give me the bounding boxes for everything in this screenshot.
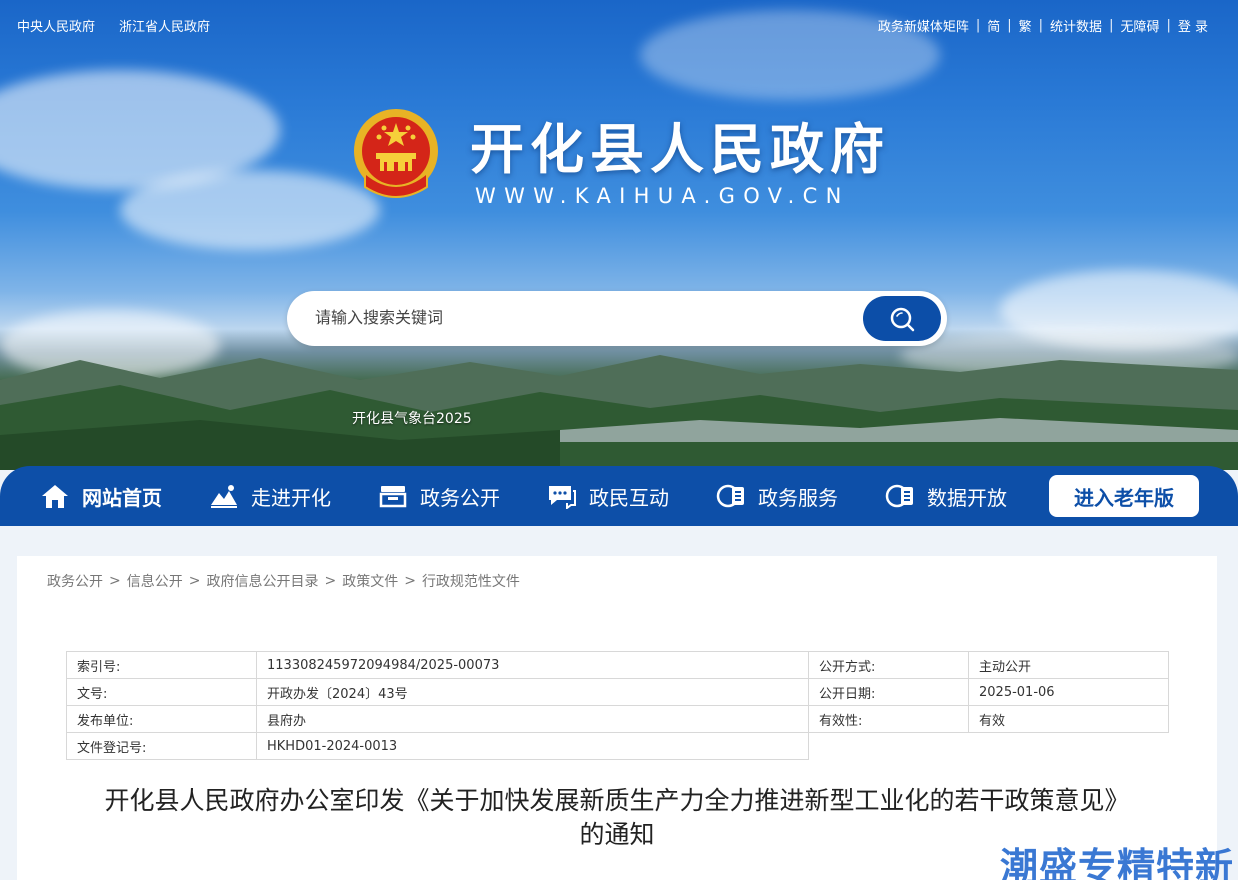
inbox-icon <box>378 481 408 511</box>
meta-value: 2025-01-06 <box>968 678 1169 706</box>
meta-key: 文号: <box>66 678 257 706</box>
site-url: WWW.KAIHUA.GOV.CN <box>475 184 850 208</box>
nav-label: 数据开放 <box>927 485 1007 510</box>
meta-key: 文件登记号: <box>66 732 257 760</box>
nav-item-about[interactable]: 走进开化 <box>209 466 331 526</box>
meta-key: 索引号: <box>66 651 257 679</box>
mountain-landscape <box>0 355 1238 470</box>
breadcrumb-item[interactable]: 行政规范性文件 <box>422 571 520 591</box>
nav-label: 政务公开 <box>420 485 500 510</box>
nav-item-services[interactable]: 政务服务 <box>716 466 838 526</box>
nav-label: 网站首页 <box>82 485 162 510</box>
meta-key: 发布单位: <box>66 705 257 733</box>
breadcrumb-separator: > <box>109 573 121 589</box>
breadcrumb-separator: > <box>324 573 337 589</box>
search-input[interactable] <box>315 305 855 333</box>
meta-key: 公开方式: <box>808 651 969 679</box>
meta-value: 县府办 <box>256 705 809 733</box>
link-simplified[interactable]: 简 <box>987 16 1000 35</box>
landscape-icon <box>209 481 239 511</box>
empty-cell <box>809 733 1169 760</box>
breadcrumb-item[interactable]: 政策文件 <box>342 571 398 591</box>
nav-item-home[interactable]: 网站首页 <box>40 466 162 526</box>
banner-caption: 开化县气象台2025 <box>352 411 472 427</box>
breadcrumb-item[interactable]: 政务公开 <box>47 571 103 591</box>
nav-item-open-data[interactable]: 数据开放 <box>885 466 1007 526</box>
separator: | <box>1007 18 1012 33</box>
link-accessibility[interactable]: 无障碍 <box>1120 16 1159 35</box>
nav-item-gov-affairs[interactable]: 政务公开 <box>378 466 500 526</box>
separator: | <box>1038 18 1044 33</box>
table-row: 索引号: 113308245972094984/2025-00073 公开方式:… <box>66 651 1169 679</box>
search-icon <box>890 307 915 331</box>
meta-value: 主动公开 <box>968 651 1169 679</box>
national-emblem-icon <box>354 109 438 198</box>
separator: | <box>1109 18 1114 33</box>
breadcrumb-item[interactable]: 政府信息公开目录 <box>206 571 318 591</box>
link-central-gov[interactable]: 中央人民政府 <box>17 16 95 35</box>
meta-value: 113308245972094984/2025-00073 <box>256 651 809 679</box>
link-statistics[interactable]: 统计数据 <box>1050 16 1102 35</box>
header-banner: 开化县气象台2025 中央人民政府 浙江省人民政府 政务新媒体矩阵 | 简 | 繁 |… <box>0 0 1238 470</box>
table-row: 文号: 开政办发〔2024〕43号 公开日期: 2025-01-06 <box>66 678 1169 706</box>
document-title-line: 开化县人民政府办公室印发《关于加快发展新质生产力全力推进新型工业化的若干政策意见… <box>104 786 1130 815</box>
top-links-right: 政务新媒体矩阵 | 简 | 繁 | 统计数据 | 无障碍 | 登 录 <box>878 16 1208 35</box>
chat-icon <box>547 481 577 511</box>
breadcrumb-separator: > <box>404 573 416 589</box>
cloud <box>120 170 380 250</box>
elder-mode-button[interactable]: 进入老年版 <box>1049 475 1199 517</box>
link-traditional[interactable]: 繁 <box>1019 16 1032 35</box>
data-icon <box>885 481 915 511</box>
nav-label: 政务服务 <box>758 485 838 510</box>
main-nav: 网站首页 走进开化 政务公开 政民互动 政务服务 数据开放 进入老年版 <box>0 466 1238 526</box>
nav-item-interaction[interactable]: 政民互动 <box>547 466 669 526</box>
nav-label: 政民互动 <box>589 485 669 510</box>
breadcrumb: 政务公开 > 信息公开 > 政府信息公开目录 > 政策文件 > 行政规范性文件 <box>47 571 520 591</box>
watermark: 潮盛专精特新 <box>1000 845 1235 880</box>
meta-key: 公开日期: <box>808 678 969 706</box>
site-title: 开化县人民政府 <box>470 117 890 181</box>
meta-key: 有效性: <box>808 705 969 733</box>
link-new-media[interactable]: 政务新媒体矩阵 <box>878 16 969 35</box>
meta-value: HKHD01-2024-0013 <box>256 732 809 760</box>
separator: | <box>1166 18 1171 33</box>
search-box <box>287 291 947 346</box>
link-login[interactable]: 登 录 <box>1178 16 1208 35</box>
table-row: 发布单位: 县府办 有效性: 有效 <box>66 705 1169 733</box>
breadcrumb-item[interactable]: 信息公开 <box>127 571 183 591</box>
search-button[interactable] <box>863 296 941 341</box>
service-icon <box>716 481 746 511</box>
top-links-left: 中央人民政府 浙江省人民政府 <box>17 16 210 35</box>
meta-value: 开政办发〔2024〕43号 <box>256 678 809 706</box>
table-row: 文件登记号: HKHD01-2024-0013 <box>66 732 1169 760</box>
nav-label: 走进开化 <box>251 485 331 510</box>
link-zhejiang-gov[interactable]: 浙江省人民政府 <box>119 16 210 35</box>
breadcrumb-separator: > <box>188 573 201 589</box>
home-icon <box>40 481 70 511</box>
meta-value: 有效 <box>968 705 1169 733</box>
separator: | <box>975 18 981 33</box>
document-meta-table: 索引号: 113308245972094984/2025-00073 公开方式:… <box>66 651 1169 760</box>
content-panel: 政务公开 > 信息公开 > 政府信息公开目录 > 政策文件 > 行政规范性文件 索引号:… <box>17 556 1217 880</box>
